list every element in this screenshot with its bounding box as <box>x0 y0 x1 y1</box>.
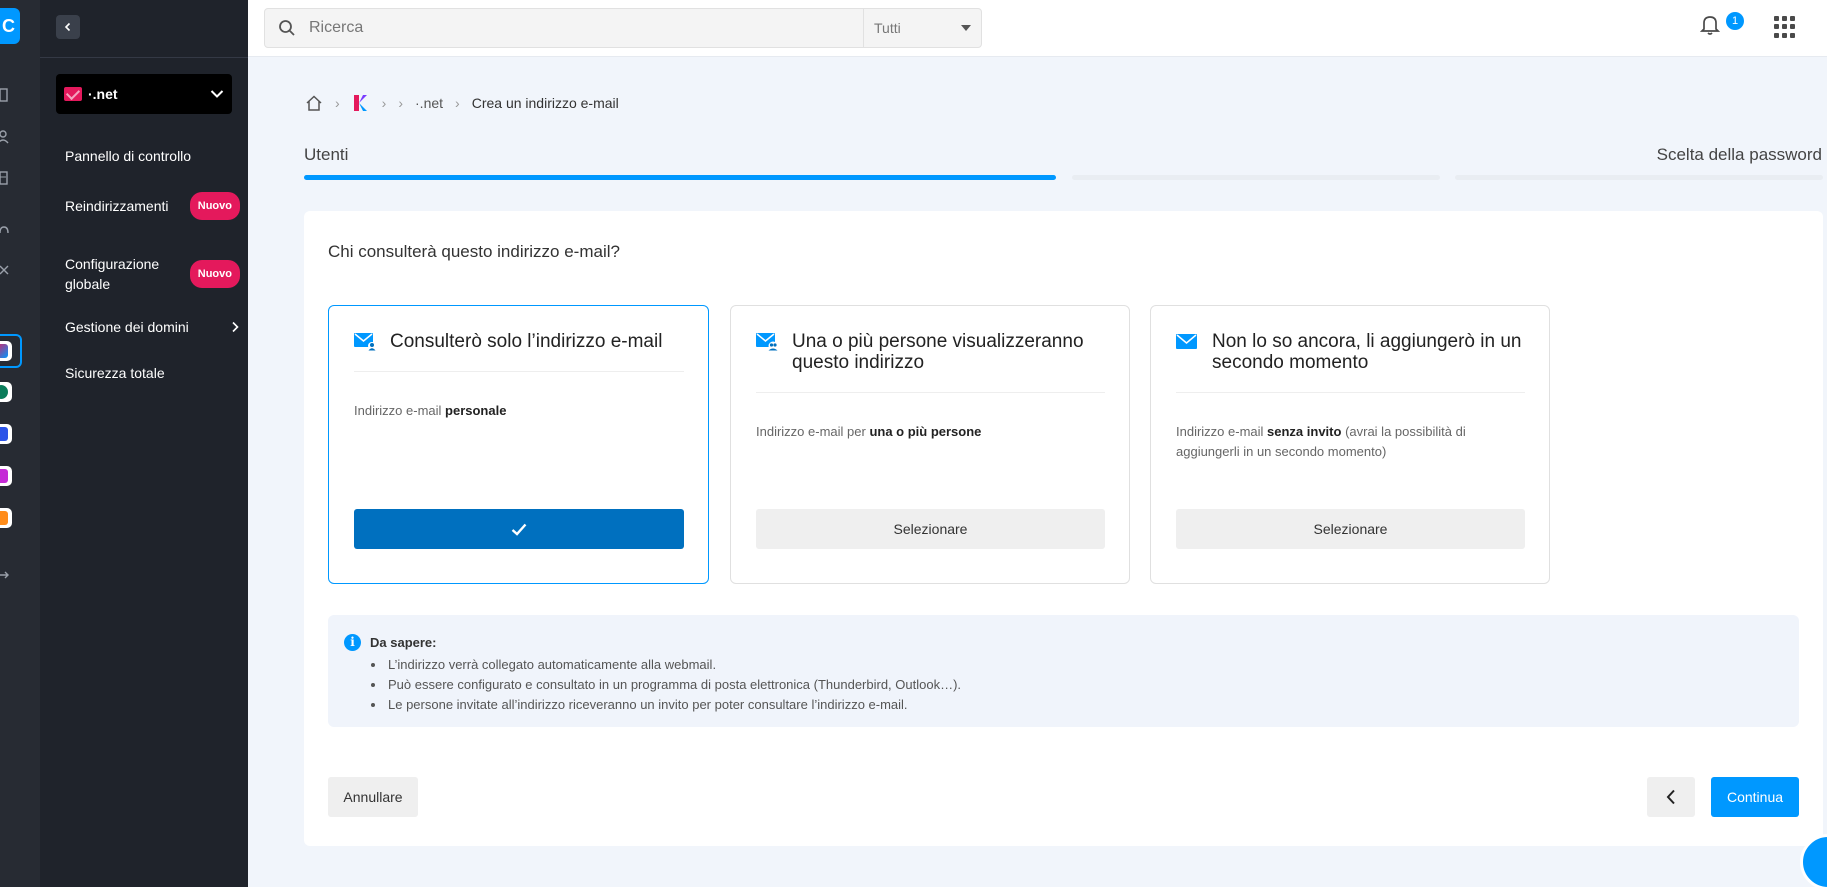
step-progress-password <box>1455 175 1823 180</box>
sidebar-item-label: Sicurezza totale <box>65 365 165 381</box>
option-description: Indirizzo e-mail per una o più persone <box>756 424 982 439</box>
search-input[interactable] <box>309 9 863 47</box>
search-icon <box>279 20 295 36</box>
sidebar-item-label: Reindirizzamenti <box>65 198 169 214</box>
breadcrumb-separator: › <box>381 95 387 111</box>
breadcrumb-separator: › <box>335 95 340 111</box>
step-progress-2 <box>1072 175 1440 180</box>
breadcrumb: › › › ·.net › Crea un indirizzo e-mail <box>305 92 619 114</box>
option-title: Non lo so ancora, li aggiungerò in un se… <box>1212 331 1522 373</box>
caret-down-icon <box>961 25 971 31</box>
step-progress-users <box>304 175 1056 180</box>
option-selected-button[interactable] <box>354 509 684 549</box>
chevron-left-icon <box>1666 789 1675 805</box>
new-badge: Nuovo <box>189 260 240 288</box>
chevron-down-icon <box>210 90 224 98</box>
list-item: Può essere configurato e consultato in u… <box>386 675 961 695</box>
product-selector[interactable]: ·.net <box>56 74 232 114</box>
option-description: Indirizzo e-mail senza invito (avrai la … <box>1176 424 1466 459</box>
sidebar-item-redirects[interactable]: Reindirizzamenti Nuovo <box>65 192 240 220</box>
option-description: Indirizzo e-mail personale <box>354 403 507 418</box>
option-title: Consulterò solo l’indirizzo e-mail <box>390 331 663 352</box>
sidebar-item-label: Gestione dei domini <box>65 319 189 335</box>
back-button[interactable] <box>1647 777 1695 817</box>
step-label-password: Scelta della password <box>1656 145 1822 164</box>
breadcrumb-domain[interactable]: ·.net <box>415 95 443 111</box>
info-box: i Da sapere: L’indirizzo verrà collegato… <box>328 615 1799 727</box>
mail-icon <box>64 87 82 101</box>
option-shared[interactable]: Una o più persone visualizzeranno questo… <box>730 305 1130 584</box>
select-button[interactable]: Selezionare <box>1176 509 1525 549</box>
question-heading: Chi consulterà questo indirizzo e-mail? <box>328 242 620 261</box>
continue-button[interactable]: Continua <box>1711 777 1799 817</box>
star-icon[interactable] <box>0 263 10 277</box>
chevron-right-icon <box>232 321 239 333</box>
list-item: L’indirizzo verrà collegato automaticame… <box>386 655 961 675</box>
top-bar: Tutti 1 <box>248 0 1827 57</box>
search-scope-value: Tutti <box>874 20 901 36</box>
kmail-app-icon[interactable] <box>0 341 12 361</box>
check-icon <box>511 523 527 536</box>
select-button[interactable]: Selezionare <box>756 509 1105 549</box>
apps-grid-icon[interactable] <box>1774 16 1796 38</box>
kmail-logo-icon[interactable] <box>352 94 370 112</box>
option-no-invite[interactable]: Non lo so ancora, li aggiungerò in un se… <box>1150 305 1550 584</box>
sidebar-divider <box>40 57 248 58</box>
sidebar-item-global-config[interactable]: Configurazione globale Nuovo <box>65 254 240 294</box>
cancel-button[interactable]: Annullare <box>328 777 418 817</box>
kchat-app-icon[interactable] <box>0 466 12 486</box>
info-list: L’indirizzo verrà collegato automaticame… <box>386 655 961 715</box>
swisstransfer-app-icon[interactable] <box>0 424 12 444</box>
logout-icon[interactable] <box>0 568 10 582</box>
user-icon[interactable] <box>0 130 10 144</box>
list-item: Le persone invitate all’indirizzo riceve… <box>386 695 961 715</box>
sidebar-item-dashboard[interactable]: Pannello di controllo <box>65 146 240 166</box>
notifications-button[interactable] <box>1699 14 1721 41</box>
building-icon[interactable] <box>0 88 10 102</box>
mail-icon <box>1176 334 1197 349</box>
app-rail: C <box>0 0 40 887</box>
breadcrumb-separator: › <box>398 95 404 111</box>
sidebar-item-security[interactable]: Sicurezza totale <box>65 363 240 383</box>
option-personal[interactable]: Consulterò solo l’indirizzo e-mail Indir… <box>328 305 709 584</box>
info-title: Da sapere: <box>370 635 437 650</box>
home-icon[interactable] <box>305 94 323 112</box>
breadcrumb-current: Crea un indirizzo e-mail <box>471 95 619 111</box>
sidebar: ·.net Pannello di controllo Reindirizzam… <box>40 0 248 887</box>
kdrive-app-icon[interactable] <box>0 382 12 402</box>
invoice-icon[interactable] <box>0 171 10 185</box>
mail-users-icon <box>756 333 778 351</box>
bell-icon <box>1699 16 1721 35</box>
main-card: Chi consulterà questo indirizzo e-mail? … <box>304 211 1823 846</box>
mail-user-icon <box>354 333 376 351</box>
sidebar-item-label: Pannello di controllo <box>65 148 192 164</box>
kmeet-app-icon[interactable] <box>0 508 12 528</box>
collapse-sidebar-button[interactable] <box>56 15 80 39</box>
info-icon: i <box>344 634 361 651</box>
notification-count-badge: 1 <box>1726 12 1744 30</box>
support-icon[interactable] <box>0 225 10 239</box>
sidebar-item-domains[interactable]: Gestione dei domini <box>65 317 240 337</box>
brand-logo[interactable]: C <box>0 8 20 44</box>
step-label-users: Utenti <box>304 145 349 164</box>
option-title: Una o più persone visualizzeranno questo… <box>792 331 1084 373</box>
breadcrumb-separator: › <box>455 95 460 111</box>
product-name: ·.net <box>88 86 118 102</box>
search-scope-select[interactable]: Tutti <box>863 9 981 47</box>
sidebar-item-label: Configurazione globale <box>65 256 160 292</box>
new-badge: Nuovo <box>189 192 240 220</box>
search-bar: Tutti <box>264 8 982 48</box>
chevron-left-icon <box>64 22 71 32</box>
